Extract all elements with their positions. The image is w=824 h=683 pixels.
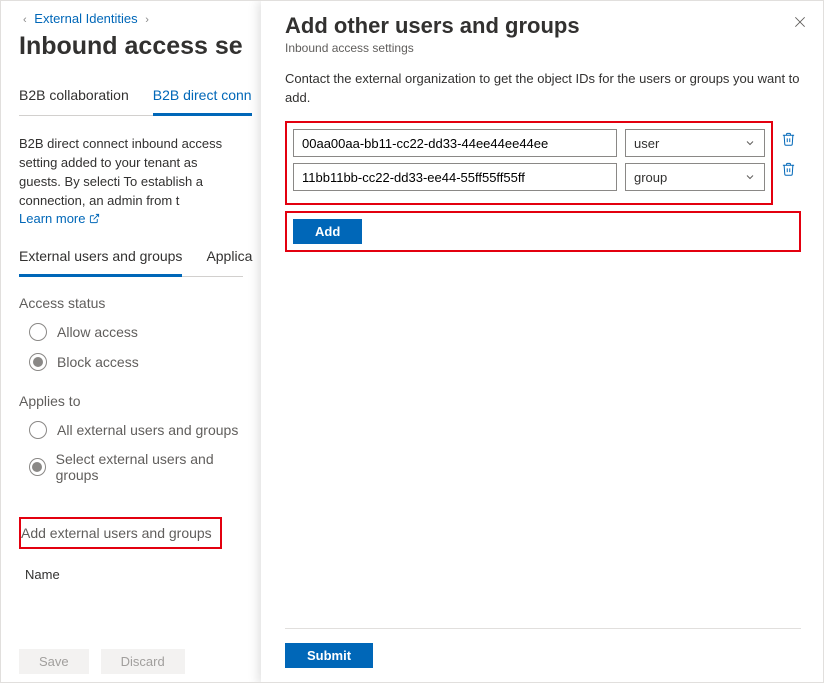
radio-select-external[interactable] <box>29 458 46 476</box>
page-title: Inbound access setting <box>19 32 243 61</box>
learn-more-label: Learn more <box>19 211 85 226</box>
learn-more-link[interactable]: Learn more <box>19 211 100 226</box>
tab-b2b-collaboration[interactable]: B2B collaboration <box>19 81 129 115</box>
flyout-description: Contact the external organization to get… <box>285 69 801 107</box>
type-select-value: user <box>634 136 659 151</box>
chevron-left-icon: ‹ <box>19 14 31 26</box>
tab-b2b-direct-connect[interactable]: B2B direct conn <box>153 81 252 116</box>
radio-block-access[interactable] <box>29 353 47 371</box>
flyout-title: Add other users and groups <box>285 13 801 39</box>
external-link-icon <box>89 213 100 224</box>
add-users-flyout: Add other users and groups Inbound acces… <box>261 1 824 683</box>
user-group-row: group <box>293 163 765 191</box>
type-select[interactable]: user <box>625 129 765 157</box>
user-group-row: user <box>293 129 765 157</box>
delete-row-icon[interactable] <box>781 131 801 147</box>
chevron-down-icon <box>744 171 756 183</box>
radio-allow-access[interactable] <box>29 323 47 341</box>
close-icon[interactable] <box>793 15 807 29</box>
flyout-subtitle: Inbound access settings <box>285 41 801 55</box>
access-status-label: Access status <box>19 295 243 311</box>
breadcrumb-parent[interactable]: External Identities <box>34 11 137 26</box>
discard-button[interactable]: Discard <box>101 649 185 674</box>
add-external-users-link[interactable]: Add external users and groups <box>21 523 212 543</box>
breadcrumb: ‹ External Identities › <box>19 11 243 26</box>
object-id-input[interactable] <box>293 129 617 157</box>
chevron-right-icon: › <box>141 14 153 26</box>
chevron-down-icon <box>744 137 756 149</box>
subtab-applications[interactable]: Applica <box>206 248 252 276</box>
type-select-value: group <box>634 170 667 185</box>
delete-row-icon[interactable] <box>781 161 801 177</box>
inbound-description: B2B direct connect inbound access settin… <box>19 134 243 210</box>
applies-to-label: Applies to <box>19 393 243 409</box>
table-header-name: Name <box>19 567 243 582</box>
radio-all-external-label: All external users and groups <box>57 422 238 438</box>
save-button[interactable]: Save <box>19 649 89 674</box>
radio-select-external-label: Select external users and groups <box>56 451 243 483</box>
radio-all-external[interactable] <box>29 421 47 439</box>
type-select[interactable]: group <box>625 163 765 191</box>
radio-allow-access-label: Allow access <box>57 324 138 340</box>
subtab-external-users-groups[interactable]: External users and groups <box>19 248 182 277</box>
radio-block-access-label: Block access <box>57 354 139 370</box>
add-button[interactable]: Add <box>293 219 362 244</box>
object-id-input[interactable] <box>293 163 617 191</box>
submit-button[interactable]: Submit <box>285 643 373 668</box>
